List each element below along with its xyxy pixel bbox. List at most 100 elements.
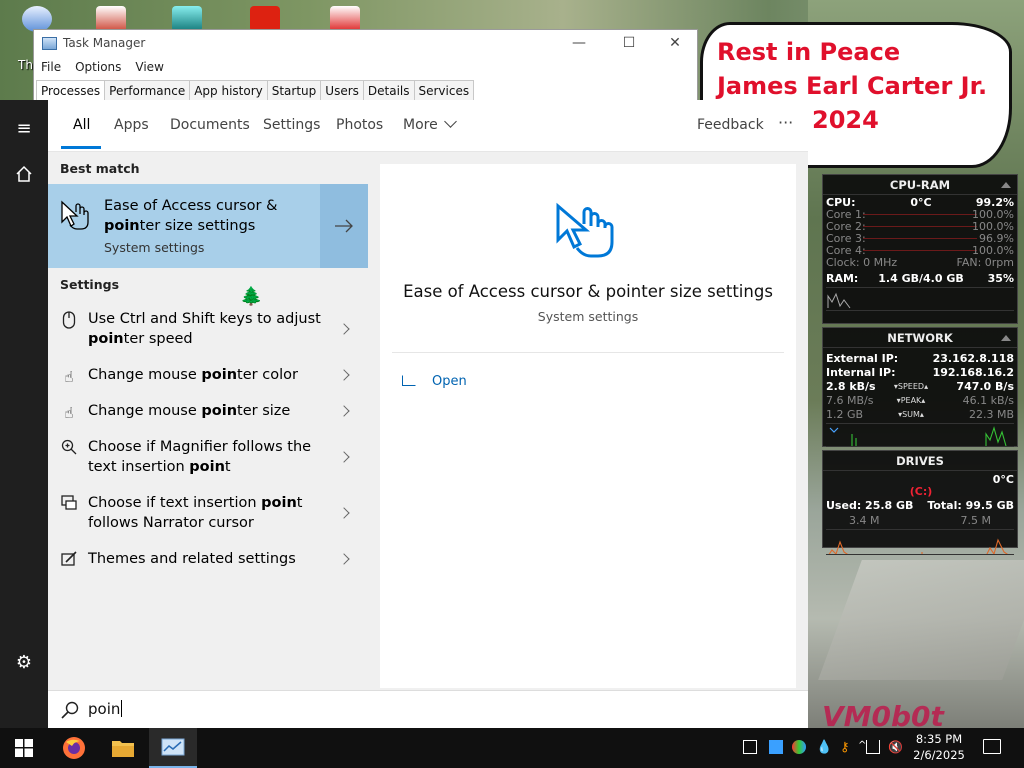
tab-app-history[interactable]: App history xyxy=(189,80,268,101)
task-manager-title: Task Manager xyxy=(63,36,146,50)
task-manager-tabs: Processes Performance App history Startu… xyxy=(36,80,475,101)
search-box[interactable]: poin xyxy=(48,690,808,728)
result-highlight: poin xyxy=(261,495,297,511)
maximize-button[interactable]: ☐ xyxy=(606,30,652,56)
best-match-heading: Best match xyxy=(60,161,140,176)
tab-processes[interactable]: Processes xyxy=(36,80,106,101)
open-preview-arrow-button[interactable] xyxy=(320,184,368,268)
list-item[interactable]: Choose if text insertion point follows N… xyxy=(48,493,368,533)
settings-gear-icon[interactable]: ⚙ xyxy=(13,652,35,674)
list-item[interactable]: Choose if Magnifier follows the text ins… xyxy=(48,437,368,477)
result-text: Change mouse xyxy=(88,367,202,383)
magnifier-icon xyxy=(60,439,78,457)
result-label: Choose if text insertion point follows N… xyxy=(88,493,328,533)
hamburger-menu-icon[interactable]: ≡ xyxy=(13,118,35,140)
preview-title: Ease of Access cursor & pointer size set… xyxy=(403,282,773,301)
tab-performance[interactable]: Performance xyxy=(104,80,191,101)
sum-row: 1.2 GB ▾SUM▴ 22.3 MB xyxy=(823,409,1017,421)
feedback-link[interactable]: Feedback xyxy=(697,117,764,133)
best-match-title-highlight: poin xyxy=(104,218,140,234)
result-text-rest: ter size xyxy=(237,403,291,419)
volume-muted-icon[interactable]: 🔇 xyxy=(888,740,903,754)
note-line-1: Rest in Peace xyxy=(717,38,901,66)
gadget-title-text: NETWORK xyxy=(887,331,953,345)
filter-tab-apps[interactable]: Apps xyxy=(114,117,149,133)
christmas-tree-cursor-icon: 🌲 xyxy=(240,286,263,307)
ram-graph xyxy=(826,287,1014,311)
arrow-right-icon xyxy=(335,219,353,233)
network-gadget[interactable]: NETWORK External IP: 23.162.8.118 Interna… xyxy=(822,327,1018,447)
best-match-title-rest: ter size settings xyxy=(139,218,256,234)
internal-ip-label: Internal IP: xyxy=(826,366,896,379)
best-match-title-line1: Ease of Access cursor & xyxy=(104,198,278,214)
cpu-ram-gadget[interactable]: CPU-RAM CPU: 0°C 99.2% Core 1: 100.0% Cor… xyxy=(822,174,1018,324)
search-panel: All Apps Documents Settings Photos More … xyxy=(48,100,808,690)
result-label: Change mouse pointer size xyxy=(88,401,328,421)
menu-view[interactable]: View xyxy=(135,60,163,74)
drives-gadget[interactable]: DRIVES 0°C (C:) Used: 25.8 GB Total: 99.5… xyxy=(822,450,1018,555)
close-button[interactable]: ✕ xyxy=(652,30,698,56)
divider xyxy=(392,352,784,353)
key-tray-icon[interactable]: ⚷ xyxy=(840,740,854,755)
network-graph xyxy=(826,423,1014,447)
minimize-button[interactable]: — xyxy=(556,30,602,56)
result-text-rest: ter speed xyxy=(123,331,193,347)
filter-tab-more[interactable]: More xyxy=(403,115,457,133)
drive-name-row: (C:) xyxy=(823,486,1017,498)
drive-write: 7.5 M xyxy=(960,514,991,527)
notifications-icon[interactable] xyxy=(983,739,1001,754)
list-item[interactable]: Themes and related settings xyxy=(48,549,368,569)
drop-tray-icon[interactable]: 💧 xyxy=(816,740,832,755)
filter-tab-settings[interactable]: Settings xyxy=(263,117,320,133)
collapse-icon[interactable] xyxy=(1001,182,1011,188)
collapse-icon[interactable] xyxy=(1001,335,1011,341)
security-tray-icon[interactable] xyxy=(743,740,757,754)
speed-up: 747.0 B/s xyxy=(956,380,1014,393)
menu-options[interactable]: Options xyxy=(75,60,121,74)
active-tab-indicator xyxy=(61,146,101,149)
color-tray-icon[interactable] xyxy=(792,740,806,754)
taskbar-clock[interactable]: 8:35 PM 2/6/2025 xyxy=(908,731,970,763)
firefox-taskbar-button[interactable] xyxy=(50,728,98,768)
filter-tab-documents[interactable]: Documents xyxy=(170,117,250,133)
peak-row: 7.6 MB/s ▾PEAK▴ 46.1 kB/s xyxy=(823,395,1017,407)
file-explorer-taskbar-button[interactable] xyxy=(99,728,147,768)
gadget-title: DRIVES xyxy=(823,451,1017,471)
drive-letter: (C:) xyxy=(909,485,933,498)
clock-time: 8:35 PM xyxy=(915,732,963,746)
drive-used: Used: 25.8 GB xyxy=(826,499,914,512)
tablet-tray-icon[interactable] xyxy=(769,740,783,754)
tab-details[interactable]: Details xyxy=(362,80,415,101)
task-manager-taskbar-button[interactable] xyxy=(149,728,197,768)
gadget-title: CPU-RAM xyxy=(823,175,1017,195)
best-match-title: Ease of Access cursor & pointer size set… xyxy=(104,196,277,236)
list-item[interactable]: ☝ Change mouse pointer size xyxy=(48,401,368,422)
task-manager-icon xyxy=(42,36,57,50)
start-button[interactable] xyxy=(0,728,48,768)
list-item[interactable]: ☝ Change mouse pointer color xyxy=(48,365,368,386)
filter-tab-photos[interactable]: Photos xyxy=(336,117,383,133)
filter-tab-all[interactable]: All xyxy=(73,117,90,133)
menu-file[interactable]: File xyxy=(41,60,61,74)
tab-users[interactable]: Users xyxy=(320,80,364,101)
tab-services[interactable]: Services xyxy=(413,80,475,101)
speed-row: 2.8 kB/s ▾SPEED▴ 747.0 B/s xyxy=(823,381,1017,393)
result-highlight: poin xyxy=(189,459,225,475)
result-text: Choose if text insertion xyxy=(88,495,262,511)
network-tray-icon[interactable] xyxy=(866,740,880,754)
core-bar xyxy=(863,238,977,239)
task-manager-window[interactable]: Task Manager — ☐ ✕ File Options View Pro… xyxy=(33,29,698,101)
search-input[interactable]: poin xyxy=(88,700,123,718)
external-ip-row: External IP: 23.162.8.118 xyxy=(823,353,1017,365)
gadget-title-text: CPU-RAM xyxy=(889,178,951,192)
preview-pane: Ease of Access cursor & pointer size set… xyxy=(380,164,796,688)
home-icon[interactable] xyxy=(13,164,35,186)
result-label: Change mouse pointer color xyxy=(88,365,328,385)
drive-read: 3.4 M xyxy=(849,514,880,527)
tab-startup[interactable]: Startup xyxy=(266,80,322,101)
list-item[interactable]: Use Ctrl and Shift keys to adjust pointe… xyxy=(48,309,368,349)
chevron-right-icon xyxy=(338,405,350,417)
clock-row: Clock: 0 MHz FAN: 0rpm xyxy=(823,257,1017,269)
more-options-icon[interactable]: ··· xyxy=(778,113,793,132)
result-text-rest: t xyxy=(224,459,231,475)
